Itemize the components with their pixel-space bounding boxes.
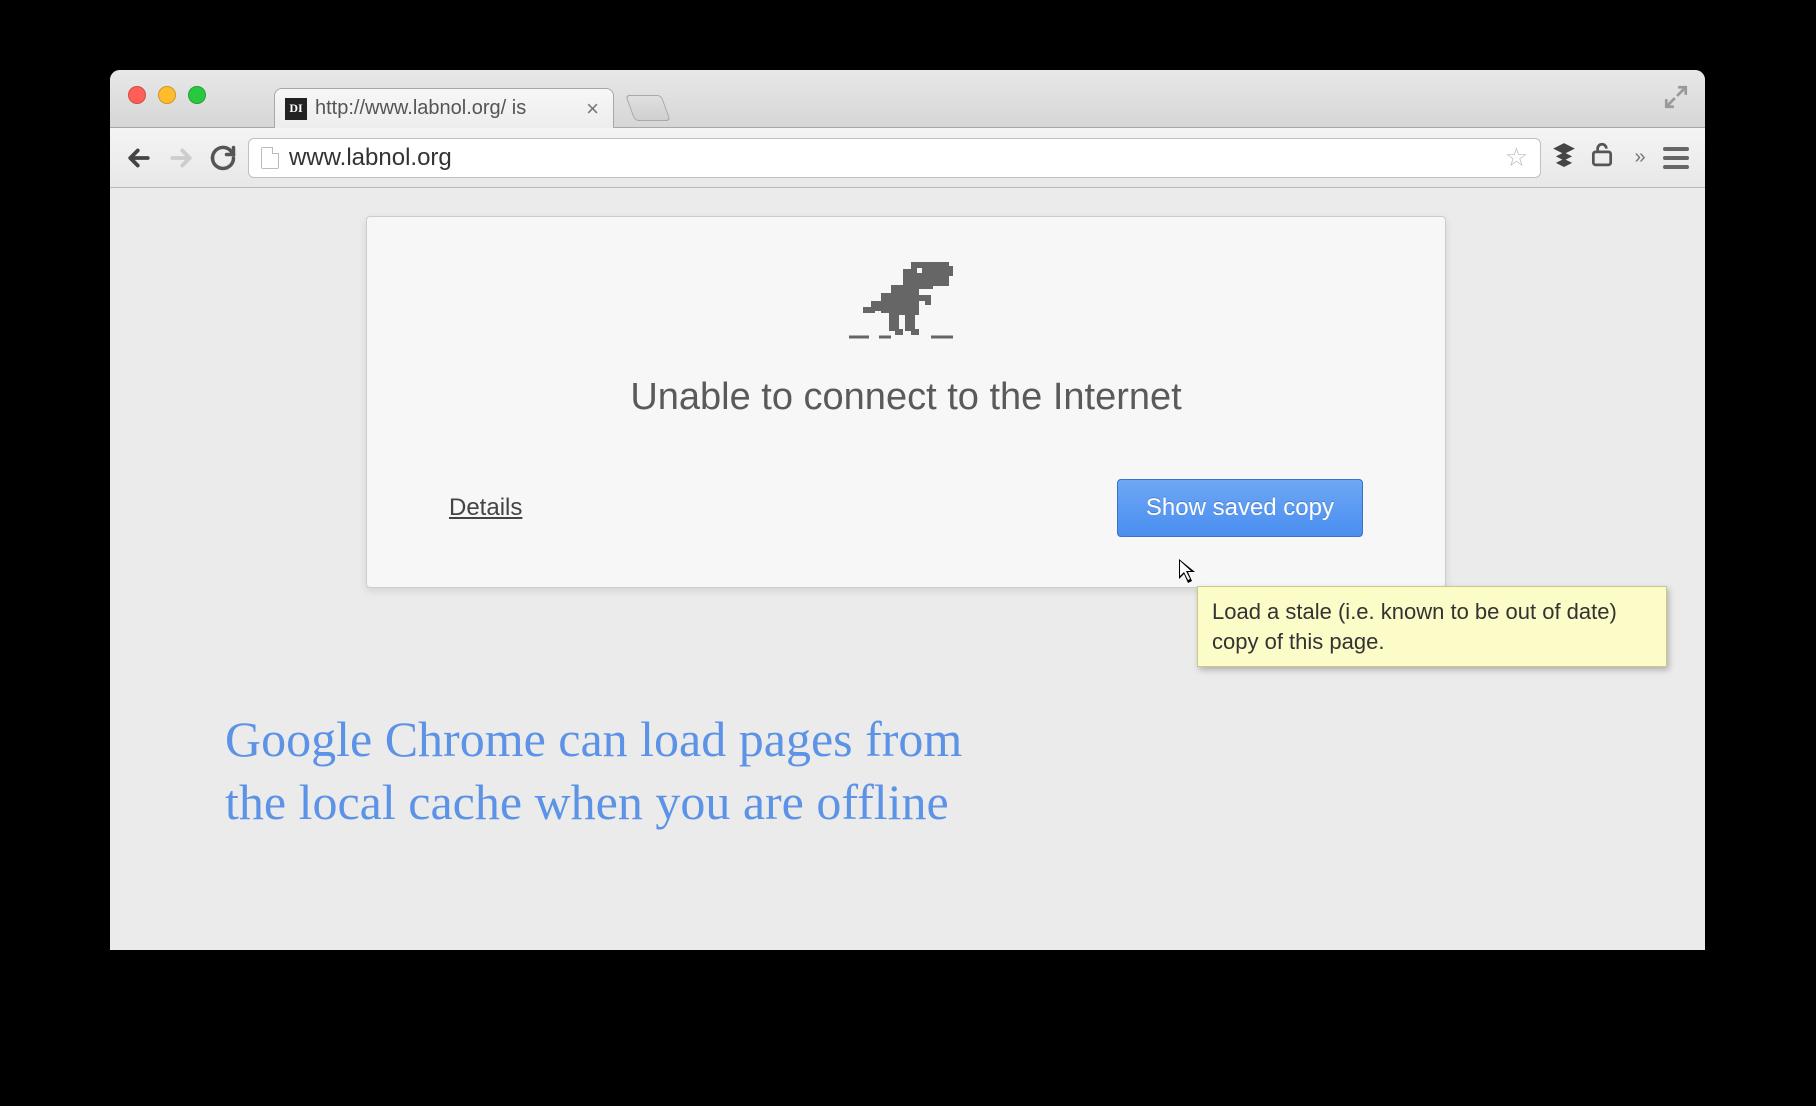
titlebar: DI http://www.labnol.org/ is ×: [110, 70, 1705, 128]
address-bar[interactable]: www.labnol.org ☆: [248, 138, 1541, 178]
bookmark-star-icon[interactable]: ☆: [1505, 142, 1528, 173]
tab-close-button[interactable]: ×: [584, 96, 601, 122]
show-saved-copy-button[interactable]: Show saved copy: [1117, 479, 1363, 537]
menu-button[interactable]: [1663, 147, 1693, 169]
error-actions: Details Show saved copy: [367, 419, 1445, 587]
lock-extension-icon[interactable]: [1587, 141, 1617, 174]
new-tab-button[interactable]: [625, 95, 670, 121]
back-button[interactable]: [122, 141, 156, 175]
zoom-window-button[interactable]: [188, 86, 206, 104]
buffer-extension-icon[interactable]: [1549, 141, 1579, 174]
annotation-text: Google Chrome can load pages from the lo…: [225, 708, 962, 833]
tab-favicon: DI: [285, 98, 307, 120]
browser-tab[interactable]: DI http://www.labnol.org/ is ×: [274, 88, 614, 128]
fullscreen-icon[interactable]: [1663, 84, 1689, 115]
page-content: Unable to connect to the Internet Detail…: [110, 188, 1705, 950]
browser-window: DI http://www.labnol.org/ is × www.labno…: [110, 70, 1705, 950]
tooltip: Load a stale (i.e. known to be out of da…: [1197, 586, 1667, 667]
minimize-window-button[interactable]: [158, 86, 176, 104]
reload-button[interactable]: [206, 141, 240, 175]
dino-icon: [367, 257, 1445, 352]
close-window-button[interactable]: [128, 86, 146, 104]
error-title: Unable to connect to the Internet: [367, 376, 1445, 419]
toolbar: www.labnol.org ☆ »: [110, 128, 1705, 188]
url-text: www.labnol.org: [289, 144, 1495, 172]
annotation-line-1: Google Chrome can load pages from: [225, 708, 962, 771]
annotation-line-2: the local cache when you are offline: [225, 771, 962, 834]
page-icon: [261, 147, 279, 169]
offline-error-card: Unable to connect to the Internet Detail…: [366, 216, 1446, 588]
forward-button[interactable]: [164, 141, 198, 175]
tab-title: http://www.labnol.org/ is: [315, 97, 576, 120]
overflow-chevron-icon[interactable]: »: [1625, 146, 1655, 169]
window-controls: [128, 86, 206, 104]
details-link[interactable]: Details: [449, 494, 522, 522]
hamburger-icon: [1663, 147, 1689, 169]
